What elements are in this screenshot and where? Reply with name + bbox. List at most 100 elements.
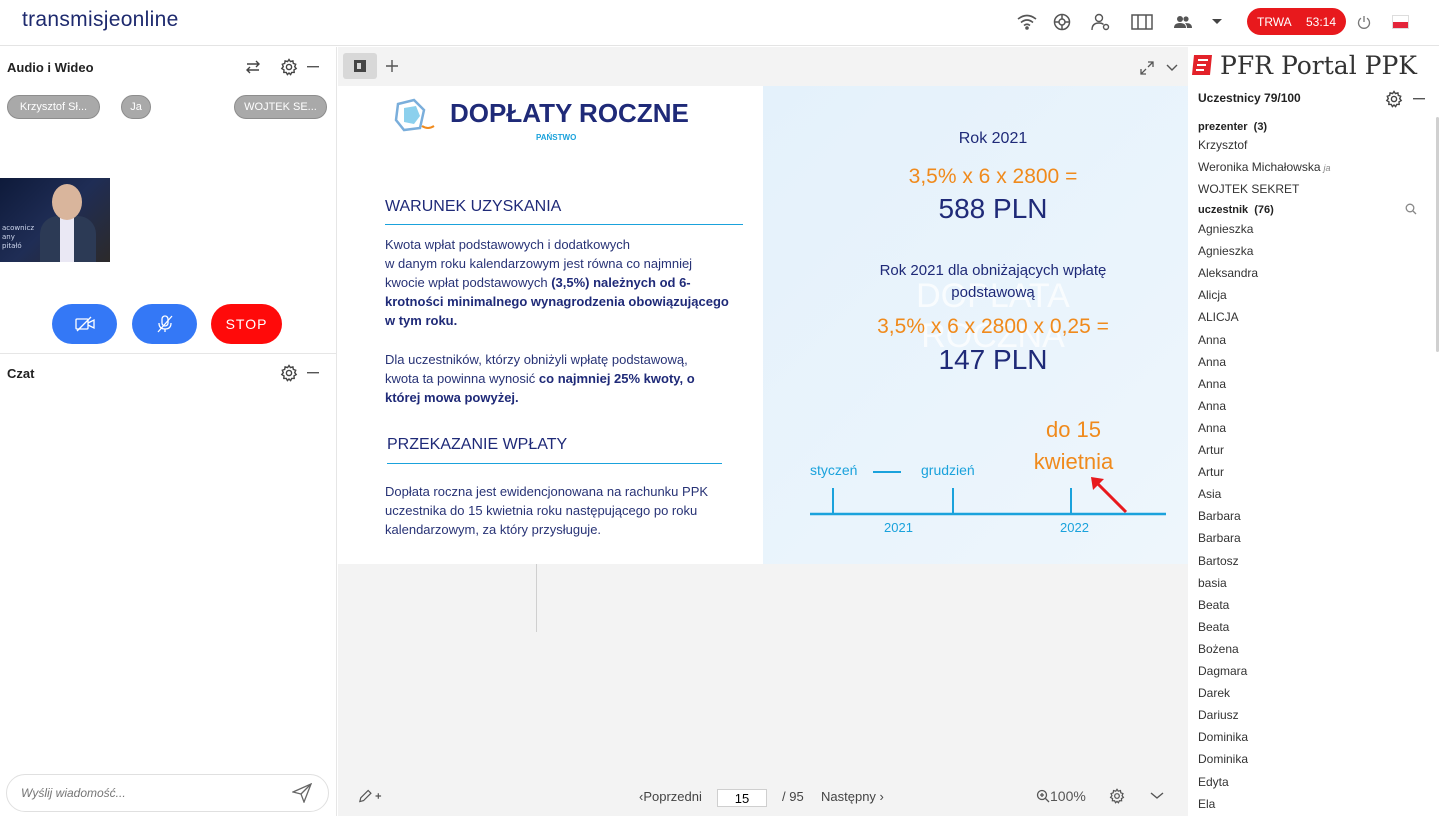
slide-title: DOPŁATY ROCZNE xyxy=(450,98,689,128)
participant-chip-wojtek[interactable]: WOJTEK SE... xyxy=(234,95,327,119)
pager-bar: ‹Poprzedni / 95 Następny › 100% xyxy=(338,776,1188,816)
presenter-name: Krzysztof xyxy=(1198,138,1248,152)
presenter-group-count: (3) xyxy=(1253,121,1268,133)
chat-minimize-icon[interactable] xyxy=(301,361,325,385)
participant-item[interactable]: Darek xyxy=(1198,686,1230,700)
year2-line1: Rok 2021 dla obniżających wpłatę xyxy=(879,262,1107,279)
participant-item[interactable]: Anna xyxy=(1198,355,1226,369)
participant-chip-me[interactable]: Ja xyxy=(121,95,151,119)
p2-line1: Dla uczestników, którzy obniżyli wpłatę … xyxy=(385,352,688,367)
zoom-in-icon xyxy=(1036,789,1050,803)
chat-input[interactable] xyxy=(21,784,281,802)
p3-line2: uczestnika do 15 kwietnia roku następują… xyxy=(385,503,698,518)
minimize-icon[interactable] xyxy=(301,55,325,79)
formula-2: 3,5% x 6 x 2800 x 0,25 = xyxy=(877,315,1109,338)
participant-item[interactable]: Anna xyxy=(1198,377,1226,391)
page-number-input[interactable] xyxy=(717,789,767,807)
collapse-chevron-icon[interactable] xyxy=(1160,56,1184,80)
year-2021-label: Rok 2021 xyxy=(958,130,1028,147)
pfr-logo-icon xyxy=(1192,55,1212,75)
participant-item[interactable]: Barbara xyxy=(1198,509,1241,523)
users-icon[interactable] xyxy=(1171,10,1195,34)
result-2: 147 PLN xyxy=(938,344,1048,375)
video-person-head xyxy=(52,184,82,220)
participant-item[interactable]: Ela xyxy=(1198,797,1215,811)
participant-item[interactable]: Anna xyxy=(1198,421,1226,435)
timeline-start-label: styczeń xyxy=(810,462,858,478)
participant-search-icon[interactable] xyxy=(1399,197,1423,221)
pager-gear-icon[interactable] xyxy=(1105,784,1129,808)
participant-item[interactable]: Beata xyxy=(1198,598,1229,612)
power-icon[interactable] xyxy=(1352,10,1376,34)
participants-gear-icon[interactable] xyxy=(1382,87,1406,111)
network-globe-icon[interactable] xyxy=(1050,10,1074,34)
annotate-pencil-icon[interactable] xyxy=(358,784,382,808)
p2-line2b: co najmniej 25% kwoty, o xyxy=(538,371,695,386)
camera-off-button[interactable] xyxy=(52,304,117,344)
participant-item[interactable]: basia xyxy=(1198,576,1227,590)
previous-page-link[interactable]: ‹Poprzedni xyxy=(639,789,702,804)
presenter-item[interactable]: Weronika Michałowska ja xyxy=(1198,160,1331,174)
mic-off-button[interactable] xyxy=(132,304,197,344)
next-page-link[interactable]: Następny › xyxy=(821,789,884,804)
formula-1: 3,5% x 6 x 2800 = xyxy=(908,165,1078,188)
p1-line3a: kwocie wpłat podstawowych xyxy=(385,275,552,290)
chat-input-wrapper xyxy=(6,774,329,812)
chevron-down-icon[interactable] xyxy=(1205,10,1229,34)
fullscreen-icon[interactable] xyxy=(1135,56,1159,80)
participant-item[interactable]: Dominika xyxy=(1198,730,1248,744)
participant-item[interactable]: Bożena xyxy=(1198,642,1239,656)
timeline-dash xyxy=(873,471,901,473)
participant-item[interactable]: Bartosz xyxy=(1198,554,1239,568)
document-tab[interactable] xyxy=(343,53,377,79)
participant-item[interactable]: Alicja xyxy=(1198,288,1227,302)
zoom-level: 100% xyxy=(1050,788,1086,804)
participant-item[interactable]: Dariusz xyxy=(1198,708,1239,722)
wifi-icon[interactable] xyxy=(1015,10,1039,34)
slide-paragraph-3: Dopłata roczna jest ewidencjonowana na r… xyxy=(385,482,708,539)
add-tab-icon[interactable] xyxy=(380,54,404,78)
page-total: / 95 xyxy=(782,789,804,804)
send-icon[interactable] xyxy=(290,781,314,805)
presenter-name: WOJTEK SEKRET xyxy=(1198,182,1300,196)
participant-group-header: uczestnik (76) xyxy=(1198,204,1274,216)
zoom-control[interactable]: 100% xyxy=(1036,788,1086,804)
participant-item[interactable]: Artur xyxy=(1198,443,1224,457)
video-thumbnail[interactable]: acownicz any pitałó xyxy=(0,178,110,262)
presenter-item[interactable]: Krzysztof xyxy=(1198,138,1247,152)
participant-item[interactable]: Barbara xyxy=(1198,531,1241,545)
participant-item[interactable]: Edyta xyxy=(1198,775,1229,789)
participant-item[interactable]: Anna xyxy=(1198,333,1226,347)
participant-item[interactable]: Agnieszka xyxy=(1198,222,1253,236)
participant-chip-krzysztof[interactable]: Krzysztof Sł... xyxy=(7,95,100,119)
document-icon xyxy=(354,60,366,72)
slide-logo-icon xyxy=(394,98,435,132)
participant-item[interactable]: Artur xyxy=(1198,465,1224,479)
participants-minimize-icon[interactable] xyxy=(1407,87,1431,111)
switch-icon[interactable] xyxy=(241,55,265,79)
gear-icon[interactable] xyxy=(277,55,301,79)
presentation-slide: DOPŁATA ROCZNA DOPŁATY ROCZNE PAŃSTWO WA… xyxy=(338,86,1188,564)
red-arrow-icon xyxy=(1091,477,1128,514)
chat-title: Czat xyxy=(7,366,35,381)
participant-item[interactable]: Asia xyxy=(1198,487,1221,501)
participant-item[interactable]: Agnieszka xyxy=(1198,244,1253,258)
app-logo[interactable]: transmisjeonline xyxy=(22,8,179,32)
participant-item[interactable]: Anna xyxy=(1198,399,1226,413)
pager-chevron-icon[interactable] xyxy=(1145,784,1169,808)
participant-item[interactable]: Aleksandra xyxy=(1198,266,1258,280)
chat-gear-icon[interactable] xyxy=(277,361,301,385)
participant-item[interactable]: Dagmara xyxy=(1198,664,1247,678)
participant-item[interactable]: Dominika xyxy=(1198,752,1248,766)
user-settings-icon[interactable] xyxy=(1089,10,1113,34)
layout-icon[interactable] xyxy=(1130,10,1154,34)
camera-off-icon xyxy=(74,316,95,332)
participants-panel: PFR Portal PPK Uczestnicy 79/100 prezent… xyxy=(1188,47,1439,816)
participant-item[interactable]: Beata xyxy=(1198,620,1229,634)
participant-item[interactable]: ALICJA xyxy=(1198,310,1239,324)
presenter-item[interactable]: WOJTEK SEKRET xyxy=(1198,182,1299,196)
pfr-brand: PFR Portal PPK xyxy=(1192,49,1439,81)
language-flag-icon[interactable] xyxy=(1392,15,1409,29)
heading-underline-1 xyxy=(385,224,743,225)
stop-button[interactable]: STOP xyxy=(211,304,282,344)
